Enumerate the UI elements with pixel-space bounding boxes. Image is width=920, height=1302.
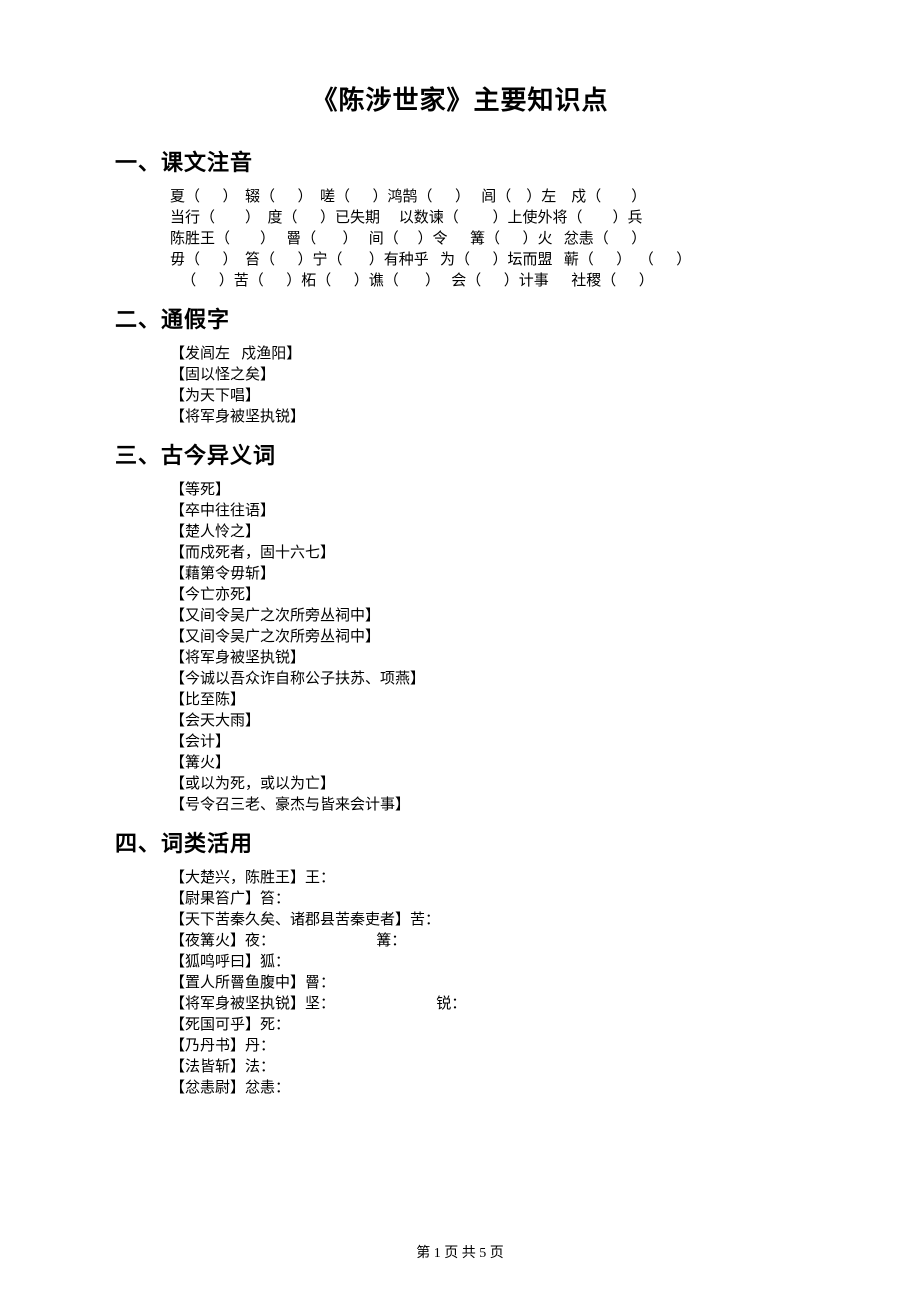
- line: 【或以为死，或以为亡】: [170, 774, 805, 795]
- line: 【将军身被坚执锐】坚： 锐：: [170, 994, 805, 1015]
- line: 当行（ ） 度（ ）已失期 以数谏（ ）上使外将（ ）兵: [170, 208, 805, 229]
- line: 【今诚以吾众诈自称公子扶苏、项燕】: [170, 669, 805, 690]
- line: 【会天大雨】: [170, 711, 805, 732]
- line: 【等死】: [170, 480, 805, 501]
- line: 【发闾左 戍渔阳】: [170, 344, 805, 365]
- section-head-2: 二、通假字: [115, 302, 805, 334]
- section-head-3: 三、古今异义词: [115, 438, 805, 470]
- line: 【将军身被坚执锐】: [170, 407, 805, 428]
- line: 毋（ ） 笞（ ）宁（ ）有种乎 为（ ）坛而盟 蕲（ ） （ ）: [170, 250, 805, 271]
- line: 【今亡亦死】: [170, 585, 805, 606]
- line: 【法皆斩】法：: [170, 1057, 805, 1078]
- section-block-2: 【发闾左 戍渔阳】 【固以怪之矣】 【为天下唱】 【将军身被坚执锐】: [170, 344, 805, 428]
- line: 【天下苦秦久矣、诸郡县苦秦吏者】苦：: [170, 910, 805, 931]
- line: 【将军身被坚执锐】: [170, 648, 805, 669]
- section-block-3: 【等死】 【卒中往往语】 【楚人怜之】 【而戍死者，固十六七】 【藉第令毋斩】 …: [170, 480, 805, 816]
- line: 【会计】: [170, 732, 805, 753]
- line: 夏（ ） 辍（ ） 嗟（ ）鸿鹄（ ） 闾（ ）左 戍（ ）: [170, 187, 805, 208]
- line: 【置人所罾鱼腹中】罾：: [170, 973, 805, 994]
- line: 【比至陈】: [170, 690, 805, 711]
- section-head-1: 一、课文注音: [115, 145, 805, 177]
- line: 【而戍死者，固十六七】: [170, 543, 805, 564]
- line: （ ）苦（ ）柘（ ）谯（ ） 会（ ）计事 社稷（ ）: [170, 271, 805, 292]
- line: 陈胜王（ ） 罾（ ） 间（ ）令 篝（ ）火 忿恚（ ）: [170, 229, 805, 250]
- line: 【死国可乎】死：: [170, 1015, 805, 1036]
- line: 【固以怪之矣】: [170, 365, 805, 386]
- line: 【篝火】: [170, 753, 805, 774]
- section-block-4: 【大楚兴，陈胜王】王： 【尉果笞广】笞： 【天下苦秦久矣、诸郡县苦秦吏者】苦： …: [170, 868, 805, 1099]
- line: 【号令召三老、豪杰与皆来会计事】: [170, 795, 805, 816]
- line: 【又间令吴广之次所旁丛祠中】: [170, 627, 805, 648]
- line: 【楚人怜之】: [170, 522, 805, 543]
- section-block-1: 夏（ ） 辍（ ） 嗟（ ）鸿鹄（ ） 闾（ ）左 戍（ ） 当行（ ） 度（ …: [170, 187, 805, 292]
- line: 【夜篝火】夜： 篝：: [170, 931, 805, 952]
- page-footer: 第 1 页 共 5 页: [0, 1242, 920, 1262]
- line: 【乃丹书】丹：: [170, 1036, 805, 1057]
- section-head-4: 四、词类活用: [115, 826, 805, 858]
- page-title: 《陈涉世家》主要知识点: [115, 80, 805, 117]
- line: 【为天下唱】: [170, 386, 805, 407]
- line: 【藉第令毋斩】: [170, 564, 805, 585]
- line: 【尉果笞广】笞：: [170, 889, 805, 910]
- line: 【又间令吴广之次所旁丛祠中】: [170, 606, 805, 627]
- line: 【大楚兴，陈胜王】王：: [170, 868, 805, 889]
- line: 【卒中往往语】: [170, 501, 805, 522]
- line: 【忿恚尉】忿恚：: [170, 1078, 805, 1099]
- line: 【狐鸣呼曰】狐：: [170, 952, 805, 973]
